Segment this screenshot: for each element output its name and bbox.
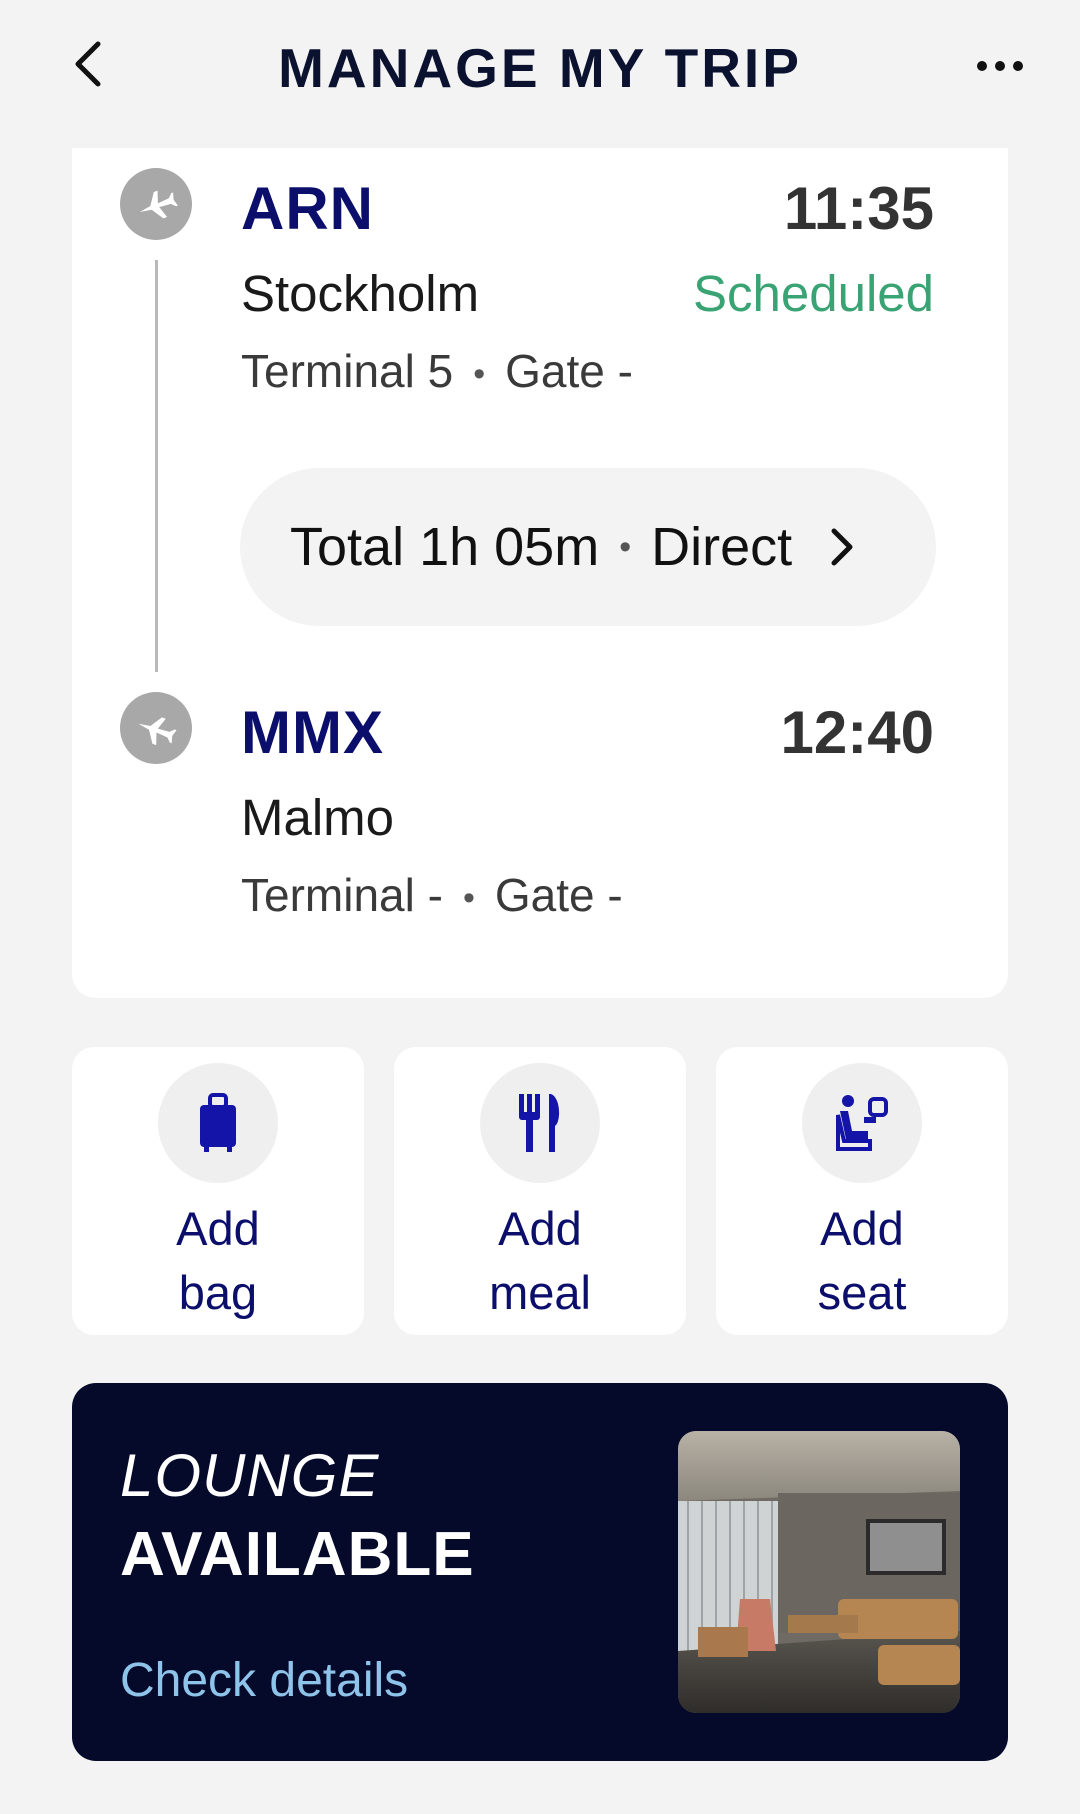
lounge-subtitle: AVAILABLE <box>120 1520 475 1589</box>
arrival-city: Malmo <box>241 789 395 846</box>
arrival-time: 12:40 <box>780 699 934 766</box>
separator-dot: • <box>462 879 475 918</box>
add-meal-label: Add meal <box>489 1202 591 1319</box>
flight-status: Scheduled <box>692 265 934 322</box>
more-options-button[interactable] <box>972 44 1028 88</box>
arrival-gate: Gate - <box>494 869 623 921</box>
arrival-terminal: Terminal - <box>241 869 443 921</box>
departure-terminal-gate: Terminal 5 • Gate - <box>241 344 633 398</box>
add-meal-button[interactable]: Add meal <box>394 1047 686 1335</box>
add-bag-label: Add bag <box>176 1202 260 1319</box>
flight-summary-button[interactable]: Total 1h 05m • Direct <box>240 468 936 626</box>
flight-details-card: ARN 11:35 Stockholm Scheduled Terminal 5… <box>72 148 1008 998</box>
lounge-banner[interactable]: LOUNGE AVAILABLE Check details <box>72 1383 1008 1761</box>
fork-knife-icon <box>480 1063 600 1183</box>
arrival-terminal-gate: Terminal - • Gate - <box>241 868 623 922</box>
arrival-code: MMX <box>241 699 384 766</box>
check-details-link[interactable]: Check details <box>120 1653 408 1708</box>
flight-timeline <box>155 260 158 672</box>
separator-dot: • <box>473 355 486 394</box>
add-seat-button[interactable]: Add seat <box>716 1047 1008 1335</box>
lounge-photo <box>678 1431 960 1713</box>
more-horizontal-icon <box>977 61 1023 71</box>
separator-dot: • <box>619 527 632 566</box>
plane-landing-icon <box>120 692 192 764</box>
departure-gate: Gate - <box>505 345 633 397</box>
flight-stops: Direct <box>651 517 793 577</box>
departure-time: 11:35 <box>783 175 934 242</box>
departure-terminal: Terminal 5 <box>241 345 454 397</box>
seat-icon <box>802 1063 922 1183</box>
lounge-title: LOUNGE <box>120 1442 380 1509</box>
add-seat-label: Add seat <box>817 1202 907 1319</box>
departure-code: ARN <box>241 175 374 242</box>
plane-takeoff-icon <box>120 168 192 240</box>
add-bag-button[interactable]: Add bag <box>72 1047 364 1335</box>
departure-city: Stockholm <box>241 265 480 322</box>
page-title: MANAGE MY TRIP <box>278 37 802 99</box>
flight-duration: Total 1h 05m <box>290 517 600 577</box>
luggage-icon <box>158 1063 278 1183</box>
chevron-right-icon <box>831 528 853 566</box>
app-header: MANAGE MY TRIP <box>0 0 1080 136</box>
